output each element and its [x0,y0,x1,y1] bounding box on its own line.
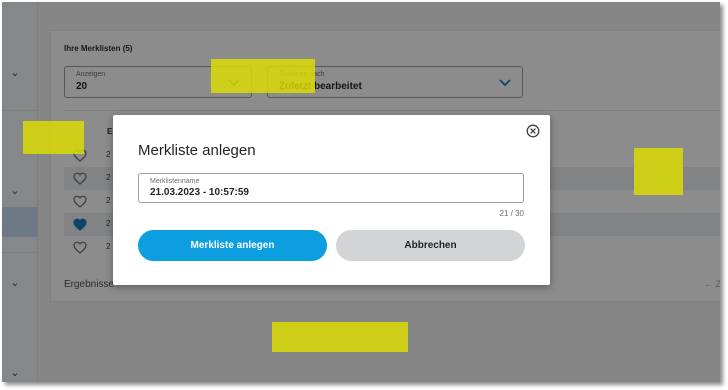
list-name-value[interactable]: 21.03.2023 - 10:57:59 [150,187,249,198]
cancel-button[interactable]: Abbrechen [336,230,525,261]
highlight-mark [23,121,84,154]
list-name-field[interactable]: Merklistenname 21.03.2023 - 10:57:59 [138,173,524,203]
create-list-button[interactable]: Merkliste anlegen [138,230,327,261]
app-screen: ⌄ ⌄ ⌄ ⌄ Ihre Merklisten (5) Anzeigen 20 … [2,2,720,382]
dialog-title: Merkliste anlegen [138,142,256,159]
list-name-label: Merklistenname [150,178,200,185]
highlight-mark [272,322,408,352]
close-circle-icon[interactable] [526,124,540,138]
window-frame: ⌄ ⌄ ⌄ ⌄ Ihre Merklisten (5) Anzeigen 20 … [0,0,728,390]
highlight-mark [211,59,315,93]
highlight-mark [634,148,683,195]
character-counter: 21 / 30 [499,209,524,218]
create-list-dialog: Merkliste anlegen Merklistenname 21.03.2… [113,115,550,285]
